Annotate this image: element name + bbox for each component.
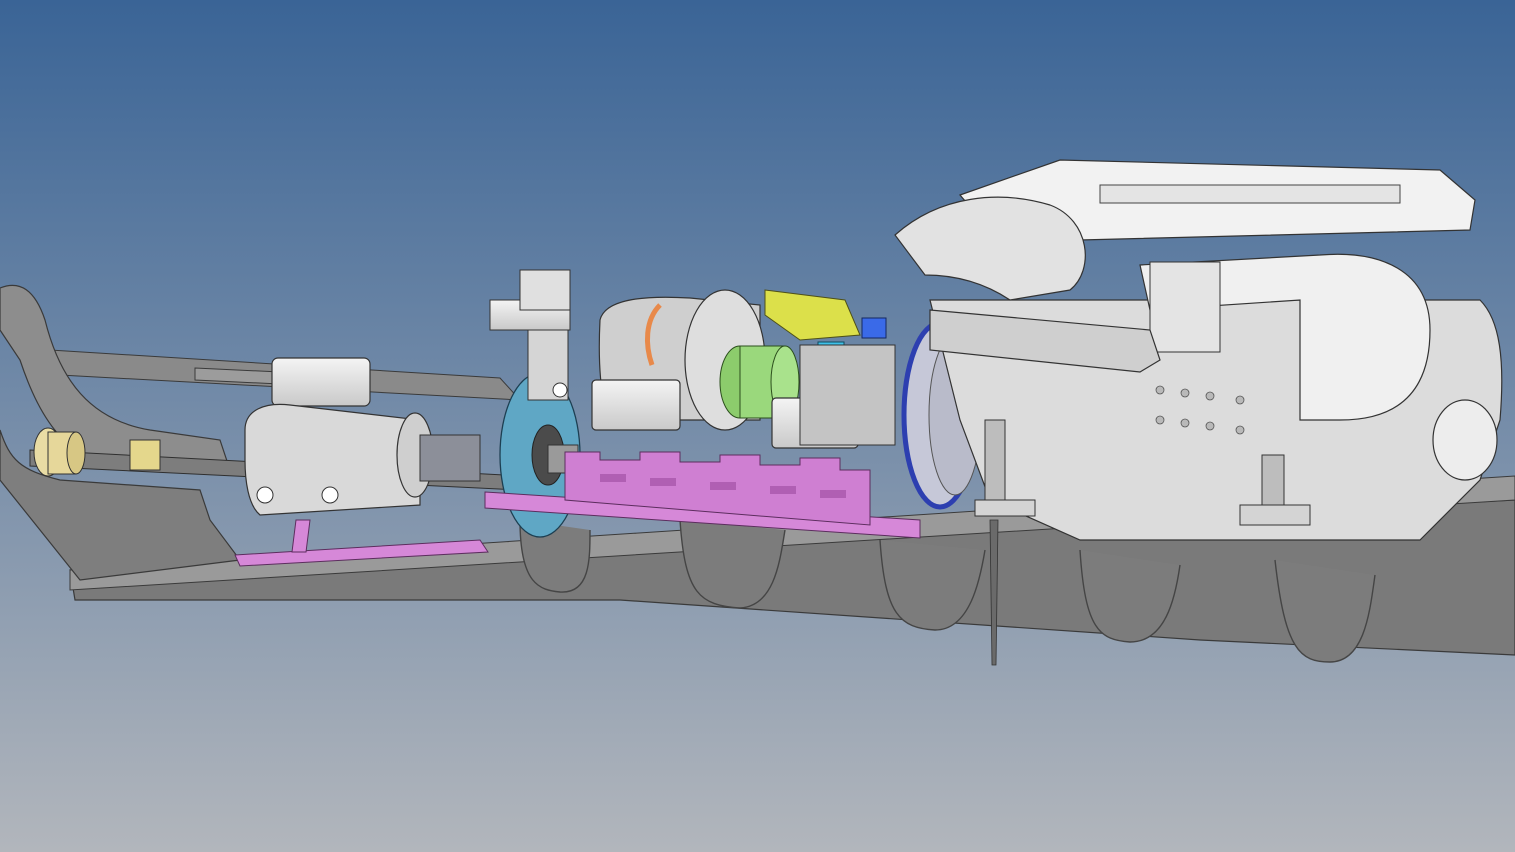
turbocharger[interactable] [1149, 261, 1221, 353]
heat-exchanger-end[interactable] [1432, 399, 1498, 481]
thrust-bearing-cover[interactable] [271, 357, 371, 407]
bearing-eye-2 [321, 486, 339, 504]
bearing-eye-1 [256, 486, 274, 504]
gearbox-rear-casing [799, 344, 896, 446]
cad-3d-viewport[interactable] [0, 0, 1515, 852]
main-engine[interactable] [894, 159, 1503, 541]
oil-pump-box-left[interactable] [591, 379, 681, 431]
valve-cover-ridge [1099, 184, 1401, 204]
intermediate-shaft-housing[interactable] [419, 434, 481, 482]
cad-scene[interactable] [0, 0, 1515, 852]
